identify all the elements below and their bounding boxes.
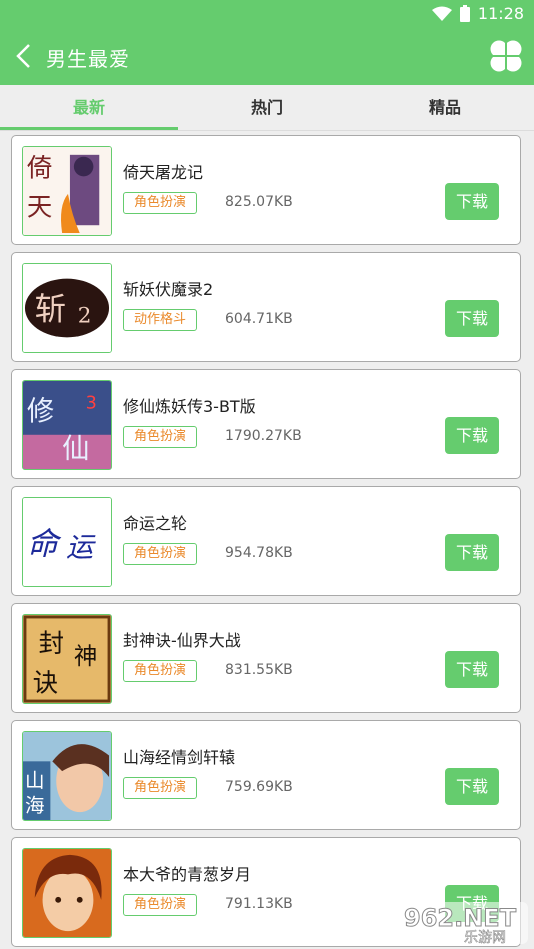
- wifi-icon: [431, 6, 452, 21]
- watermark-sub: 乐游网: [464, 930, 506, 946]
- tab-indicator: [0, 127, 178, 130]
- game-thumbnail: 命 运: [22, 497, 112, 587]
- site-watermark-logo: 962.NET 乐游网: [398, 902, 528, 946]
- svg-text:倚: 倚: [27, 152, 52, 182]
- file-size: 791.13KB: [225, 896, 293, 912]
- file-size: 954.78KB: [225, 545, 293, 561]
- svg-text:海: 海: [25, 794, 45, 817]
- list-item[interactable]: 命 运 命运之轮 角色扮演 954.78KB 下载: [11, 486, 521, 596]
- download-button[interactable]: 下载: [445, 183, 499, 220]
- list-item[interactable]: 倚 天 倚天屠龙记 角色扮演 825.07KB 下载: [11, 135, 521, 245]
- game-name: 倚天屠龙记: [123, 163, 204, 182]
- svg-text:诀: 诀: [33, 667, 58, 697]
- tab-popular[interactable]: 热门: [178, 85, 356, 130]
- list-item[interactable]: 斩 2 斩妖伏魔录2 动作格斗 604.71KB 下载: [11, 252, 521, 362]
- file-size: 604.71KB: [225, 311, 293, 327]
- tab-bar: 最新 热门 精品: [0, 85, 534, 131]
- game-thumbnail: 倚 天: [22, 146, 112, 236]
- download-button[interactable]: 下载: [445, 534, 499, 571]
- file-size: 759.69KB: [225, 779, 293, 795]
- game-name: 封神诀-仙界大战: [123, 631, 241, 650]
- game-name: 命运之轮: [123, 514, 188, 533]
- tab-latest[interactable]: 最新: [0, 85, 178, 130]
- svg-text:封: 封: [39, 628, 64, 658]
- genre-tag: 角色扮演: [123, 894, 198, 916]
- game-name: 本大爷的青葱岁月: [123, 865, 252, 884]
- game-name: 斩妖伏魔录2: [123, 280, 214, 299]
- game-thumbnail: 封 神 诀: [22, 614, 112, 704]
- genre-tag: 动作格斗: [123, 309, 198, 331]
- game-name: 山海经情剑轩辕: [123, 748, 236, 767]
- svg-text:天: 天: [27, 191, 52, 221]
- genre-tag: 角色扮演: [123, 426, 198, 448]
- back-arrow-icon[interactable]: [10, 40, 40, 72]
- list-item[interactable]: 封 神 诀 封神诀-仙界大战 角色扮演 831.55KB 下载: [11, 603, 521, 713]
- battery-icon: [459, 5, 470, 22]
- game-thumbnail: 修 仙 3: [22, 380, 112, 470]
- genre-tag: 角色扮演: [123, 777, 198, 799]
- svg-text:山: 山: [25, 769, 45, 792]
- svg-text:斩: 斩: [35, 292, 66, 328]
- svg-text:神: 神: [74, 642, 97, 670]
- clover-menu-icon[interactable]: [489, 39, 523, 73]
- svg-text:命: 命: [27, 527, 62, 563]
- game-thumbnail: 斩 2: [22, 263, 112, 353]
- list-item[interactable]: 修 仙 3 修仙炼妖传3-BT版 角色扮演 1790.27KB 下载: [11, 369, 521, 479]
- game-thumbnail: [22, 848, 112, 938]
- svg-text:仙: 仙: [62, 433, 89, 464]
- download-button[interactable]: 下载: [445, 417, 499, 454]
- svg-text:运: 运: [66, 533, 96, 564]
- status-time: 11:28: [477, 4, 524, 23]
- genre-tag: 角色扮演: [123, 660, 198, 682]
- list-item[interactable]: 山 海 山海经情剑轩辕 角色扮演 759.69KB 下载: [11, 720, 521, 830]
- download-button[interactable]: 下载: [445, 768, 499, 805]
- genre-tag: 角色扮演: [123, 192, 198, 214]
- download-button[interactable]: 下载: [445, 300, 499, 337]
- app-bar: 男生最爱: [0, 28, 534, 85]
- tab-featured[interactable]: 精品: [356, 85, 534, 130]
- file-size: 825.07KB: [225, 194, 293, 210]
- file-size: 1790.27KB: [225, 428, 302, 444]
- svg-text:3: 3: [86, 393, 97, 413]
- page-title: 男生最爱: [46, 47, 130, 71]
- game-thumbnail: 山 海: [22, 731, 112, 821]
- download-button[interactable]: 下载: [445, 651, 499, 688]
- svg-text:2: 2: [78, 304, 92, 329]
- file-size: 831.55KB: [225, 662, 293, 678]
- svg-text:修: 修: [27, 396, 54, 427]
- status-icons: 11:28: [431, 4, 524, 23]
- genre-tag: 角色扮演: [123, 543, 198, 565]
- status-bar: 11:28: [0, 0, 534, 28]
- watermark-brand: 962.NET: [404, 904, 517, 932]
- game-name: 修仙炼妖传3-BT版: [123, 397, 256, 416]
